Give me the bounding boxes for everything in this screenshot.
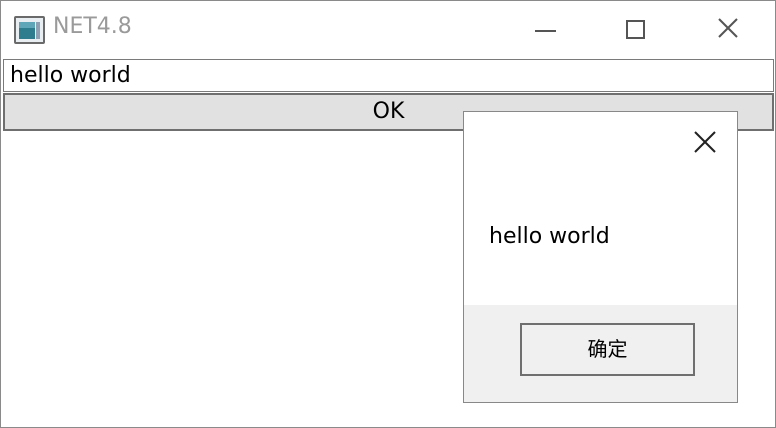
- message-box-dialog: hello world 确定: [463, 111, 738, 403]
- window-title: NET4.8: [53, 14, 132, 39]
- close-button[interactable]: [708, 12, 748, 48]
- app-window-icon[interactable]: [14, 16, 45, 44]
- dialog-footer: 确定: [464, 305, 737, 402]
- app-icon-pane-highlight: [19, 22, 35, 28]
- minimize-icon: [535, 30, 556, 32]
- minimize-button[interactable]: [525, 12, 565, 48]
- title-bar[interactable]: NET4.8: [1, 1, 775, 58]
- dialog-confirm-button[interactable]: 确定: [520, 323, 695, 376]
- close-icon: [718, 18, 738, 38]
- dialog-message: hello world: [489, 224, 610, 249]
- app-icon-side-bar: [36, 22, 40, 39]
- maximize-button[interactable]: [615, 12, 655, 48]
- maximize-icon: [626, 20, 645, 39]
- text-input[interactable]: hello world: [3, 59, 774, 92]
- dialog-close-icon[interactable]: [691, 128, 719, 156]
